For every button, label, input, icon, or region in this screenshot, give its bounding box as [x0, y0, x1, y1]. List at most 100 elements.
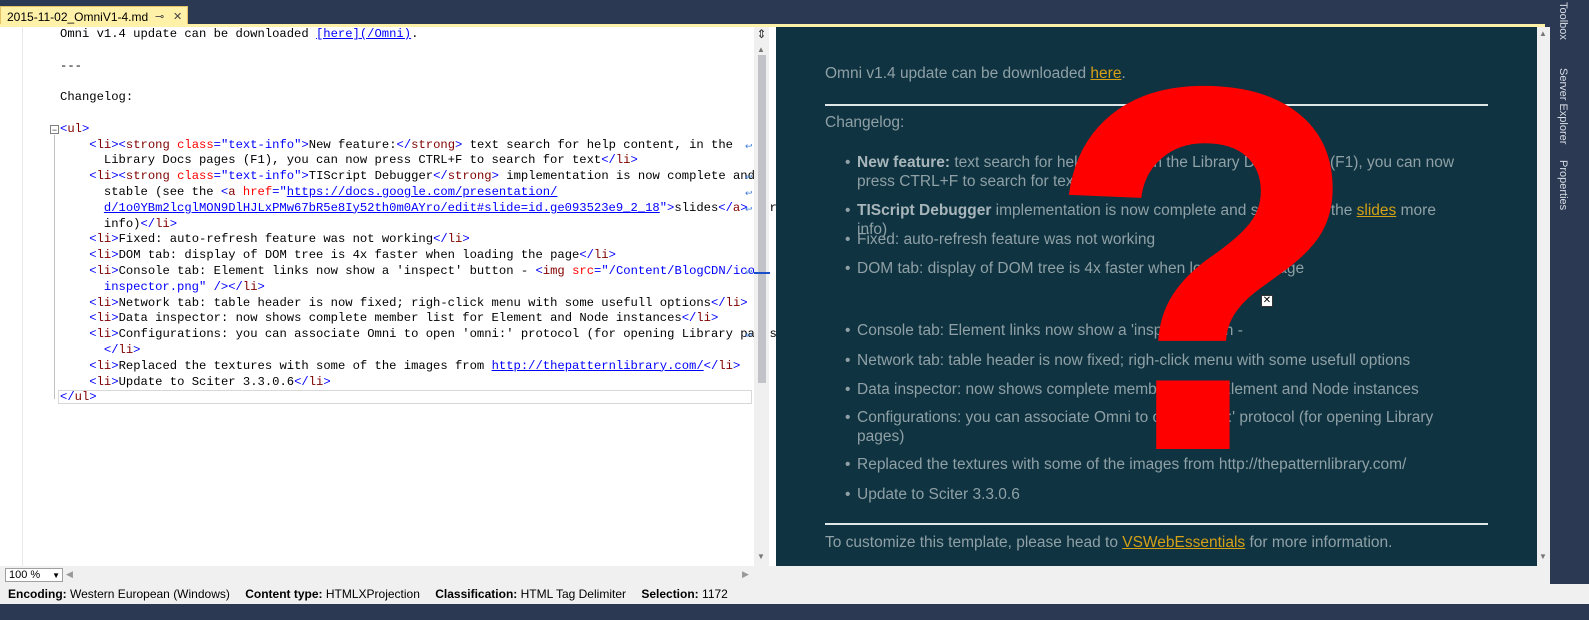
code-token: strong	[125, 137, 170, 152]
code-token: >	[111, 295, 119, 310]
scroll-thumb[interactable]	[758, 55, 766, 383]
status-classification: Classification: HTML Tag Delimiter	[435, 587, 626, 601]
code-token[interactable]: https://docs.google.com/presentation/	[287, 185, 558, 199]
code-line[interactable]: Omni v1.4 update can be downloaded [here…	[60, 27, 750, 43]
code-token: >	[133, 342, 141, 357]
code-token: <	[89, 248, 97, 263]
code-line[interactable]: <li>Replaced the textures with some of t…	[60, 359, 750, 375]
zoom-select[interactable]: 100 % ▼	[5, 568, 63, 582]
code-token[interactable]: [here](/Omni)	[316, 27, 411, 41]
code-line[interactable]: ​	[60, 43, 750, 59]
code-token: src	[572, 263, 595, 278]
preview-scroll-down-icon[interactable]: ▼	[1539, 552, 1547, 561]
code-line[interactable]: <li>DOM tab: display of DOM tree is 4x f…	[60, 248, 750, 264]
code-token: <	[89, 311, 97, 326]
code-token: li	[593, 248, 609, 263]
editor-vertical-scrollbar[interactable]: ⇕ ▲ ▼	[754, 27, 769, 566]
code-token: >	[111, 327, 119, 342]
code-line[interactable]: ---	[60, 59, 750, 75]
code-token: Replaced the textures with some of the i…	[118, 358, 492, 373]
code-token: implementation is now complete and	[498, 169, 755, 184]
code-line[interactable]: <li>Configurations: you can associate Om…	[60, 327, 784, 343]
code-token: >	[111, 248, 119, 263]
right-tool-rail	[1550, 0, 1589, 610]
server-explorer-tab[interactable]: Server Explorer	[1557, 68, 1569, 144]
code-line[interactable]: ​	[60, 74, 750, 90]
broken-image-icon: ✕	[1261, 295, 1273, 307]
split-icon[interactable]: ⇕	[754, 27, 769, 44]
code-line[interactable]: </ul>	[60, 390, 750, 406]
scroll-right-icon[interactable]: ▶	[742, 569, 749, 580]
code-token: >	[111, 232, 119, 247]
preview-vertical-scrollbar[interactable]: ▲ ▼	[1537, 27, 1550, 566]
code-text[interactable]: Omni v1.4 update can be downloaded [here…	[60, 27, 784, 406]
toolbox-tab[interactable]: Toolbox	[1557, 2, 1569, 40]
collapse-icon[interactable]: −	[50, 125, 59, 135]
code-token: strong	[447, 169, 492, 184]
code-token: >	[740, 295, 748, 310]
code-line[interactable]: <li>Update to Sciter 3.3.0.6</li>	[60, 375, 750, 391]
code-token: text search for help content, in the	[462, 137, 733, 152]
code-line[interactable]: <li>Fixed: auto-refresh feature was not …	[60, 232, 750, 248]
code-line[interactable]: stable (see the <a href="https://docs.go…	[60, 185, 750, 201]
scroll-up-icon[interactable]: ▲	[757, 45, 765, 54]
code-token: info)	[60, 216, 141, 231]
code-token: li	[96, 327, 112, 342]
preview-scroll-up-icon[interactable]: ▲	[1539, 29, 1547, 38]
code-token: <	[89, 358, 97, 373]
code-token: ="	[272, 184, 287, 199]
code-token: li	[615, 153, 631, 168]
code-token: </	[579, 248, 594, 263]
word-wrap-icon: ↩	[745, 204, 753, 215]
editor-horizontal-scrollbar[interactable]	[0, 566, 776, 584]
code-token: <	[535, 263, 543, 278]
code-token: li	[96, 232, 112, 247]
code-line[interactable]: <li><strong class="text-info">TIScript D…	[60, 169, 755, 185]
preview-item-8-line2: pages)	[857, 428, 905, 445]
status-classification-label: Classification:	[435, 587, 518, 601]
code-line[interactable]: <ul>	[60, 122, 750, 138]
scroll-left-icon[interactable]: ◀	[66, 569, 73, 580]
code-token: li	[718, 358, 733, 373]
code-token: <	[89, 169, 97, 184]
code-token: ul	[74, 390, 90, 405]
code-token: Omni v1.4 update can be downloaded	[60, 27, 316, 41]
scroll-down-icon[interactable]: ▼	[757, 552, 765, 561]
status-bar: Encoding: Western European (Windows) Con…	[0, 584, 1589, 604]
code-token: li	[96, 374, 112, 389]
code-token[interactable]: http://thepatternlibrary.com/	[492, 359, 704, 373]
code-line[interactable]: <li>Data inspector: now shows complete m…	[60, 311, 750, 327]
chevron-down-icon[interactable]: ▼	[52, 569, 60, 582]
code-line[interactable]: Changelog:	[60, 90, 750, 106]
code-token: >	[608, 248, 616, 263]
code-token: >	[491, 169, 499, 184]
code-line[interactable]: d/1o0YBm2lcglMON9DlHJLxPMw67bR5e8Iy52th0…	[60, 201, 784, 217]
word-wrap-icon: ↩	[745, 173, 753, 184]
code-token: Changelog:	[60, 90, 134, 105]
code-token: ul	[67, 121, 82, 136]
scroll-marker	[754, 272, 770, 274]
code-line[interactable]: Library Docs pages (F1), you can now pre…	[60, 153, 750, 169]
code-line[interactable]: info)</li>	[60, 217, 750, 233]
code-editor[interactable]: − Omni v1.4 update can be downloaded [he…	[0, 27, 784, 566]
code-token[interactable]: d/1o0YBm2lcglMON9DlHJLxPMw67bR5e8Iy52th0…	[104, 201, 660, 215]
code-line[interactable]: <li>Network tab: table header is now fix…	[60, 296, 750, 312]
code-token: a	[228, 184, 236, 199]
document-tab[interactable]: 2015-11-02_OmniV1-4.md ⊸ ✕	[0, 6, 188, 26]
code-line[interactable]: <li>Console tab: Element links now show …	[60, 263, 769, 280]
code-token: </	[294, 374, 309, 389]
code-line[interactable]: ​	[60, 106, 750, 122]
status-content-type-label: Content type:	[245, 587, 323, 601]
code-line[interactable]: inspector.png" /></li>	[60, 280, 750, 296]
code-line[interactable]: </li>	[60, 343, 750, 359]
code-token: li	[696, 311, 711, 326]
code-token: </	[228, 279, 243, 294]
properties-tab[interactable]: Properties	[1557, 160, 1569, 210]
code-token: stable (see the	[60, 184, 221, 199]
code-line[interactable]: <li><strong class="text-info">New featur…	[60, 138, 750, 154]
